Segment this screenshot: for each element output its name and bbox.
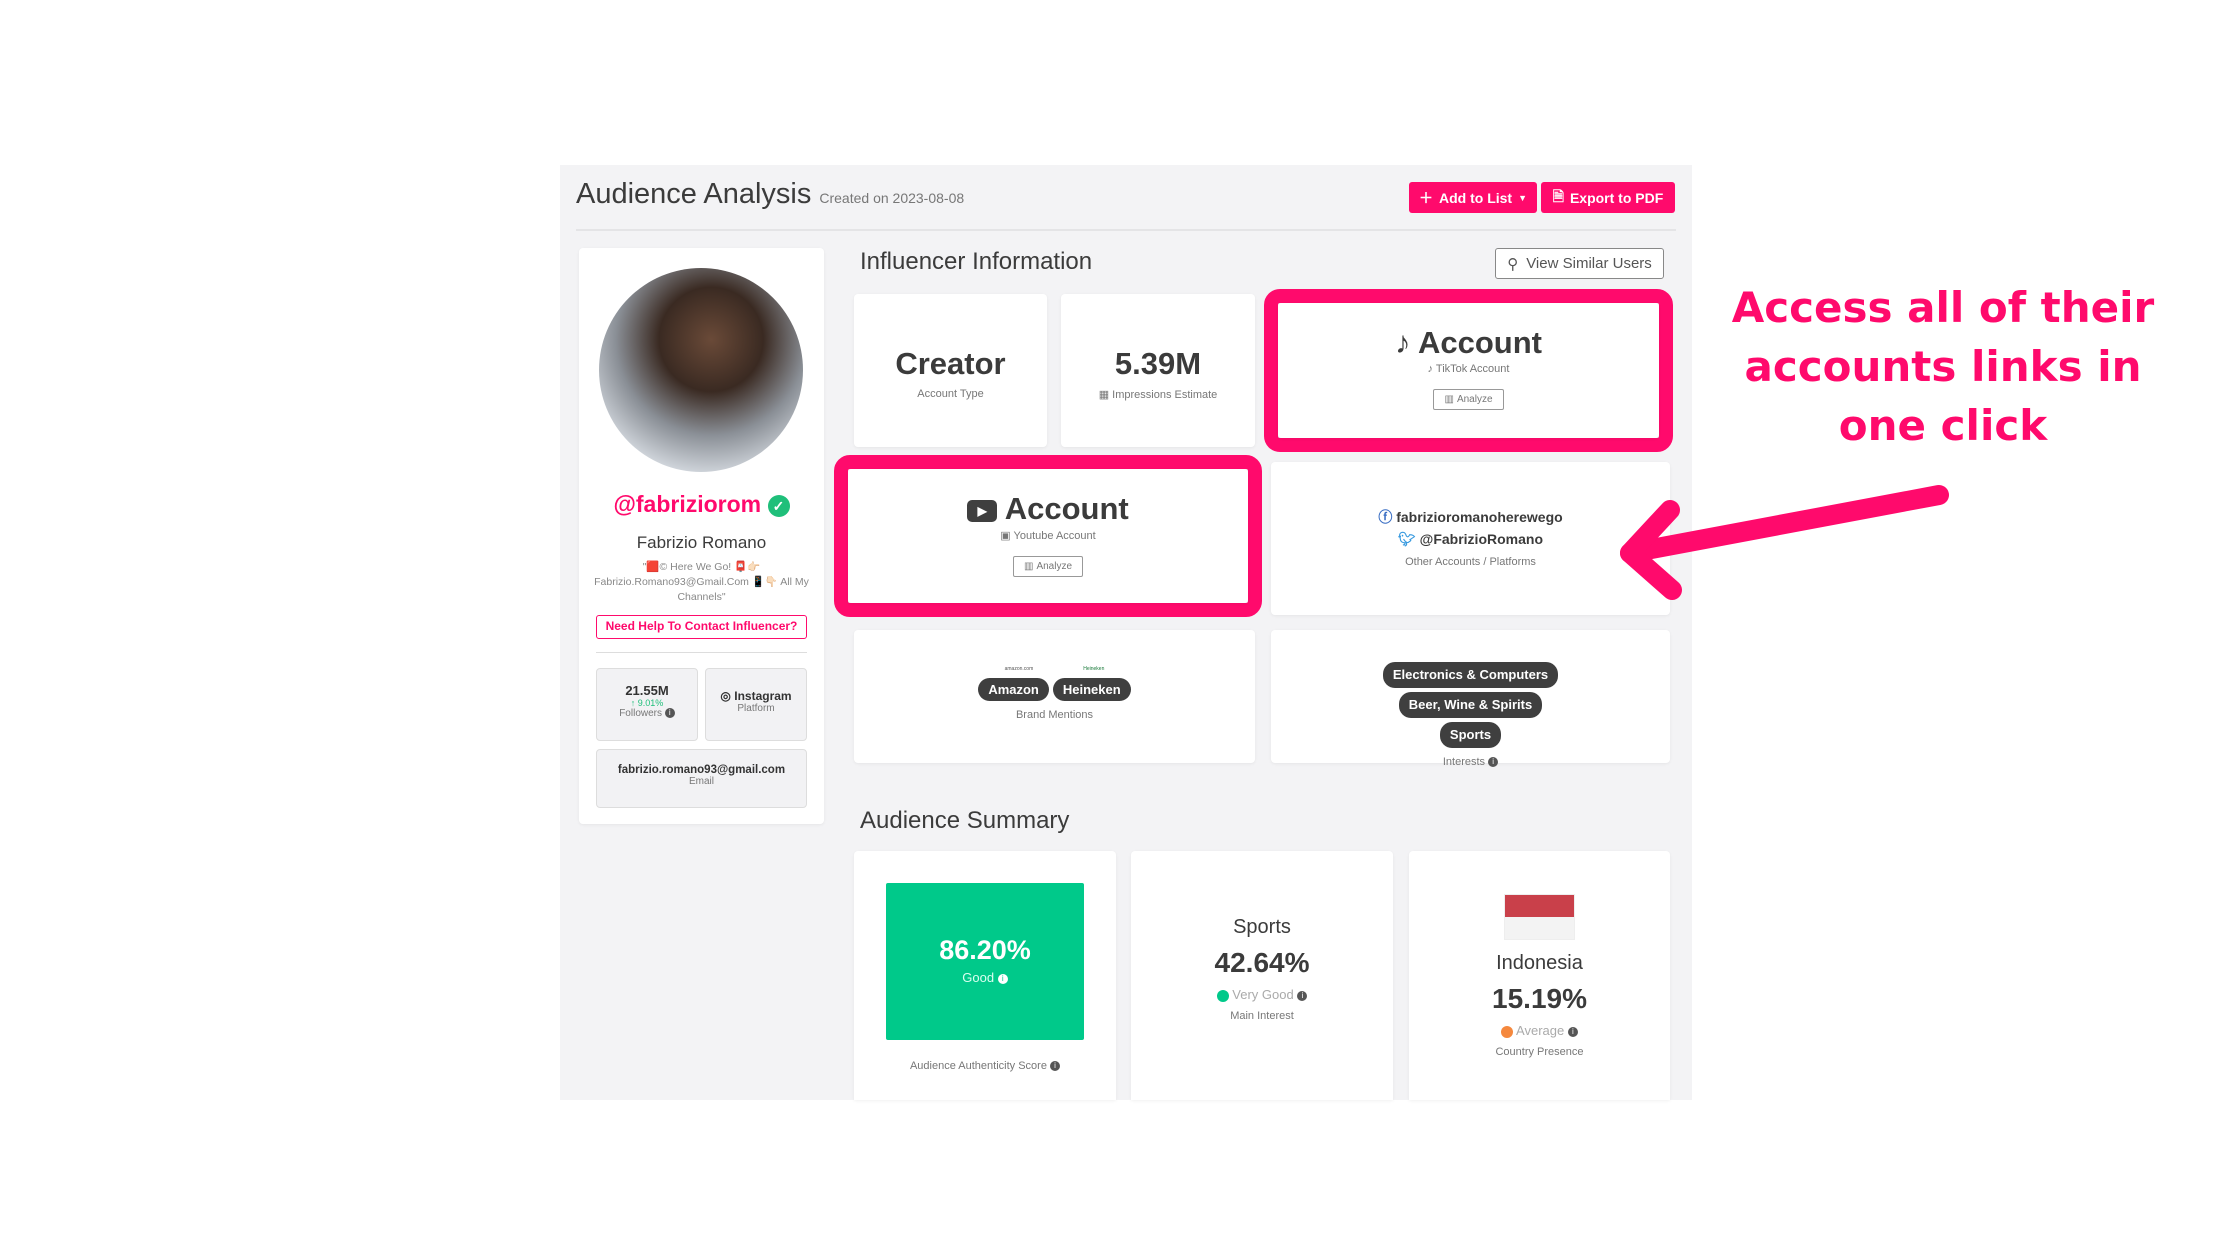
tiktok-icon: ♪ (1427, 363, 1434, 375)
brand-chip-heineken[interactable]: Heineken (1052, 678, 1131, 701)
authenticity-score-box: 86.20% Good i (886, 883, 1084, 1040)
plus-icon: ＋ (1418, 189, 1433, 206)
annotation-text: Access all of their accounts links in on… (1731, 283, 2155, 450)
heineken-logo: Heineken (1083, 666, 1105, 672)
contact-influencer-button[interactable]: Need Help To Contact Influencer? (596, 615, 807, 639)
platform-stat: ◎ Instagram Platform (705, 668, 807, 741)
analyze-button[interactable]: ▥ Analyze (1012, 556, 1084, 577)
amazon-logo: amazon.com (1004, 666, 1034, 672)
status-dot (1216, 989, 1229, 1002)
divider (576, 229, 1676, 231)
info-icon[interactable]: i (664, 708, 675, 719)
pdf-file-icon: 🗎 (1552, 187, 1564, 204)
youtube-account-card[interactable]: ▶ Account ▣ Youtube Account ▥ Analyze (848, 469, 1248, 603)
avatar (599, 268, 803, 472)
caret-down-icon: ▼ (1518, 192, 1528, 203)
twitter-icon: 🐦︎ (1398, 531, 1416, 547)
youtube-icon: ▣ (1000, 530, 1011, 542)
followers-stat: 21.55M ↑ 9.01% Followers i (596, 668, 698, 741)
youtube-icon: ▶ (967, 499, 998, 522)
tiktok-icon: ♪ (1395, 325, 1411, 360)
info-icon[interactable]: i (997, 973, 1008, 984)
profile-name: Fabrizio Romano (636, 533, 767, 552)
interests-card: Electronics & Computers Beer, Wine & Spir… (1271, 630, 1670, 768)
info-icon[interactable]: i (1050, 1061, 1061, 1072)
brand-mentions-card: amazon.com Heineken Amazon Heineken Brand … (854, 630, 1255, 763)
growth-indicator: ↑ 9.01% (630, 698, 664, 708)
view-similar-users-button[interactable]: ⚲ View Similar Users (1495, 248, 1664, 279)
page-title: Audience Analysis Created on 2023-08-08 (576, 178, 965, 210)
info-icon[interactable]: i (1567, 1026, 1578, 1037)
audience-summary-heading: Audience Summary (860, 807, 1070, 834)
interest-chip[interactable]: Beer, Wine & Spirits (1398, 692, 1543, 718)
profile-card: @fabriziorom ✓ Fabrizio Romano "🟥© Here … (579, 248, 824, 824)
profile-handle[interactable]: @fabriziorom ✓ (579, 491, 824, 518)
brand-chip-amazon[interactable]: Amazon (978, 678, 1049, 701)
instagram-icon: ◎ (720, 689, 731, 703)
email-stat: fabrizio.romano93@gmail.com Email (596, 749, 807, 808)
profile-bio: "🟥© Here We Go! 📮👉🏻 Fabrizio.Romano93@Gm… (594, 561, 809, 603)
country-presence-card: Indonesia 15.19% Average i Country Prese… (1409, 851, 1670, 1100)
add-to-list-button[interactable]: ＋ Add to List ▼ (1409, 182, 1537, 213)
verified-badge-icon: ✓ (767, 494, 790, 517)
interest-chip[interactable]: Sports (1439, 722, 1502, 748)
info-icon[interactable]: i (1297, 990, 1308, 1001)
indonesia-flag-icon (1504, 894, 1575, 940)
main-interest-card: Sports 42.64% Very Good i Main Interest (1131, 851, 1393, 1100)
export-pdf-button[interactable]: 🗎 Export to PDF (1541, 182, 1675, 213)
arrow-icon (1620, 485, 1949, 600)
chart-icon: ▦ (1098, 389, 1110, 401)
tiktok-account-card[interactable]: ♪ Account ♪ TikTok Account ▥ Analyze (1278, 303, 1659, 438)
search-icon: ⚲ (1507, 255, 1519, 273)
created-date: Created on 2023-08-08 (819, 190, 965, 206)
influencer-info-heading: Influencer Information (860, 248, 1093, 275)
authenticity-card: 86.20% Good i Audience Authenticity Scor… (854, 851, 1116, 1100)
status-dot (1501, 1025, 1514, 1038)
analytics-icon: ▥ (1444, 394, 1454, 405)
account-type-card: Creator Account Type (854, 294, 1047, 447)
divider (596, 652, 807, 653)
facebook-icon: ⓕ (1378, 509, 1393, 525)
analyze-button[interactable]: ▥ Analyze (1433, 389, 1504, 410)
info-icon[interactable]: i (1488, 757, 1499, 768)
analytics-icon: ▥ (1023, 561, 1034, 572)
interest-chip[interactable]: Electronics & Computers (1382, 662, 1559, 688)
impressions-card: 5.39M ▦ Impressions Estimate (1061, 294, 1255, 447)
